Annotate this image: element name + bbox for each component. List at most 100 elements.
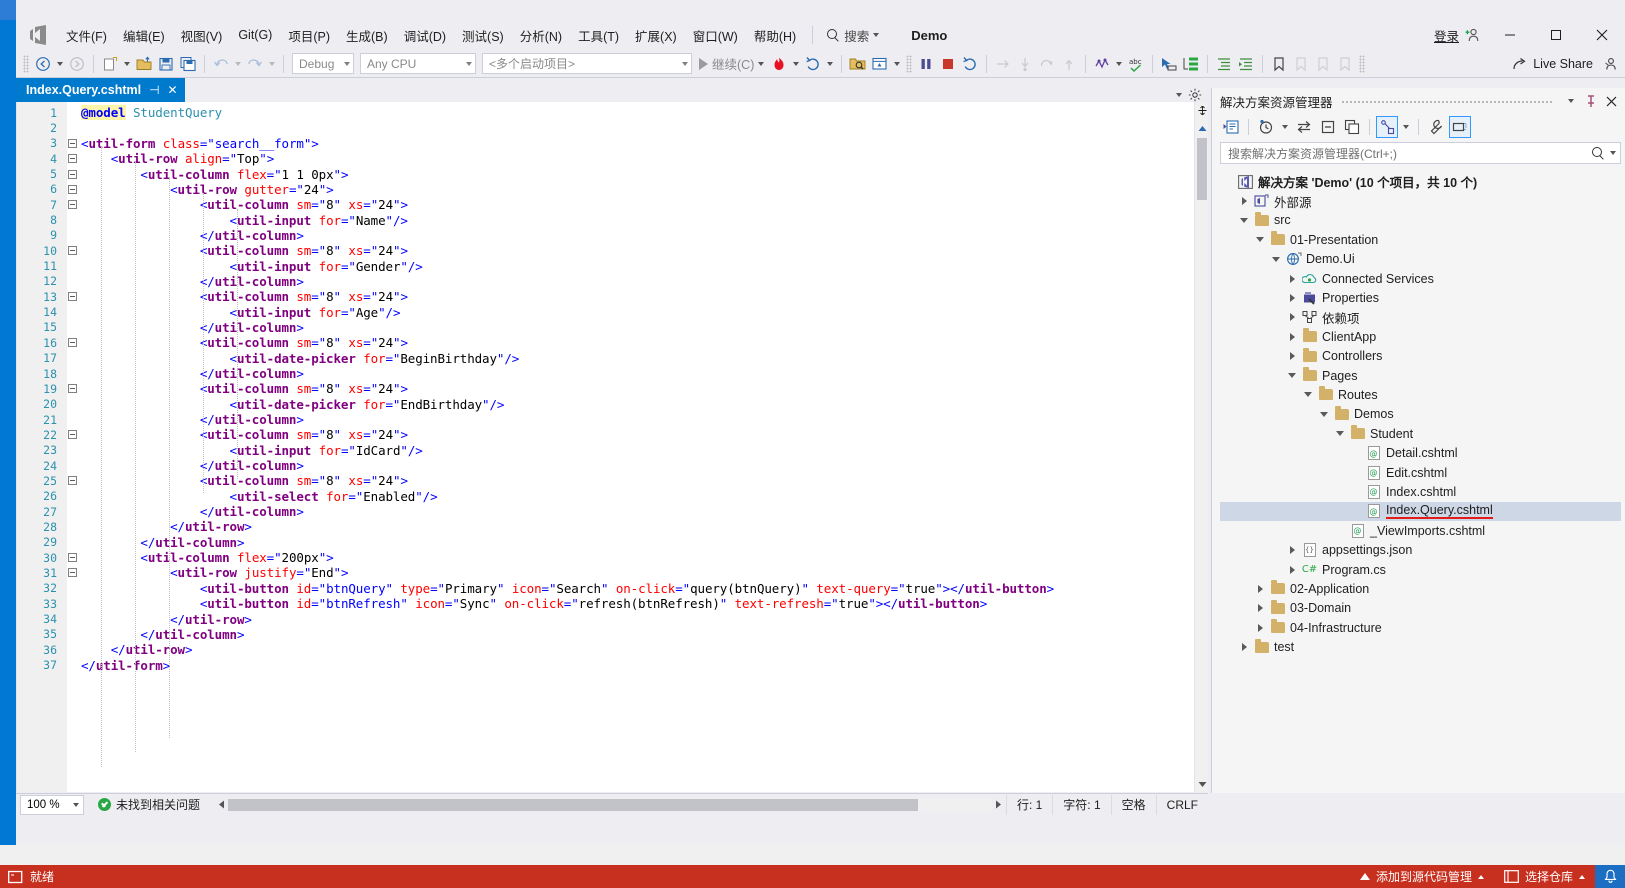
indent-increase-icon[interactable] [1213, 53, 1235, 75]
search-icon[interactable] [1592, 146, 1605, 160]
code-line[interactable]: 10 <util-column sm="8" xs="24"> [17, 243, 1194, 258]
solution-configuration-combo[interactable]: Debug [292, 53, 354, 74]
web-browser-dropdown-icon[interactable] [891, 53, 903, 75]
bookmark-clear-icon[interactable] [1334, 53, 1356, 75]
open-file-icon[interactable] [133, 53, 155, 75]
code-line[interactable]: 4 <util-row align="Top"> [17, 151, 1194, 166]
code-line[interactable]: 24 </util-column> [17, 458, 1194, 473]
restart-icon[interactable] [802, 53, 824, 75]
navigate-forward-icon[interactable] [66, 53, 88, 75]
collapse-toggle-icon[interactable] [63, 568, 81, 578]
tree-item[interactable]: Controllers [1220, 347, 1621, 366]
chevron-right-icon[interactable] [1284, 546, 1300, 555]
pin-panel-icon[interactable] [1581, 91, 1601, 111]
code-line[interactable]: 20 <util-date-picker for="EndBirthday"/> [17, 397, 1194, 412]
tree-item[interactable]: 02-Application [1220, 579, 1621, 598]
menu-view[interactable]: 视图(V) [173, 22, 231, 49]
bookmark-next-icon[interactable] [1312, 53, 1334, 75]
collapse-toggle-icon[interactable] [63, 476, 81, 486]
tree-item[interactable]: 04-Infrastructure [1220, 618, 1621, 637]
step-out-icon[interactable] [1058, 53, 1080, 75]
diagnostics-dropdown-icon[interactable] [1113, 53, 1125, 75]
tree-item[interactable]: test [1220, 637, 1621, 656]
properties-wrench-icon[interactable] [1425, 116, 1447, 138]
close-button[interactable] [1579, 20, 1625, 50]
redo-dropdown-icon[interactable] [266, 53, 278, 75]
indentation-indicator[interactable]: 空格 [1110, 794, 1156, 815]
live-visual-tree-icon[interactable] [1180, 53, 1202, 75]
chevron-down-icon[interactable] [1300, 392, 1316, 398]
solution-explorer-search-input[interactable]: 搜索解决方案资源管理器(Ctrl+;) [1220, 142, 1621, 164]
preview-selected-items-icon[interactable] [1449, 116, 1471, 138]
navigate-backward-dropdown-icon[interactable] [54, 53, 66, 75]
toolbar-grip-3[interactable] [1359, 54, 1366, 73]
menu-analyze[interactable]: 分析(N) [512, 22, 570, 49]
live-share-account-icon[interactable] [1599, 53, 1621, 75]
save-all-icon[interactable] [177, 53, 199, 75]
collapse-toggle-icon[interactable] [63, 384, 81, 394]
code-line[interactable]: 37 </util-form> [17, 657, 1194, 673]
code-line[interactable]: 6 <util-row gutter="24"> [17, 182, 1194, 197]
code-line[interactable]: 9 </util-column> [17, 228, 1194, 243]
vertical-scroll-thumb[interactable] [1197, 138, 1207, 200]
web-browser-icon[interactable] [869, 53, 891, 75]
add-to-source-control-button[interactable]: 添加到源代码管理 [1350, 865, 1494, 888]
chevron-down-icon[interactable] [1236, 217, 1252, 223]
editor-horizontal-scrollbar[interactable] [214, 797, 1006, 813]
menu-git[interactable]: Git(G) [230, 24, 280, 46]
code-line[interactable]: 28 </util-row> [17, 519, 1194, 534]
minimize-button[interactable] [1487, 20, 1533, 50]
active-files-chevron-icon[interactable] [1176, 93, 1182, 97]
global-search-box[interactable]: 搜索 [821, 24, 885, 47]
pending-changes-icon[interactable] [1255, 116, 1277, 138]
tree-item[interactable]: ClientApp [1220, 327, 1621, 346]
show-next-statement-icon[interactable] [992, 53, 1014, 75]
tree-item[interactable]: 03-Domain [1220, 599, 1621, 618]
view-dropdown-icon[interactable] [1400, 116, 1412, 138]
tree-item[interactable]: Student [1220, 424, 1621, 443]
code-line[interactable]: 13 <util-column sm="8" xs="24"> [17, 289, 1194, 304]
toolbar-grip[interactable] [23, 54, 29, 73]
collapse-toggle-icon[interactable] [63, 200, 81, 210]
code-line[interactable]: 25 <util-column sm="8" xs="24"> [17, 473, 1194, 488]
tree-item[interactable]: {} appsettings.json [1220, 540, 1621, 559]
sign-in-button[interactable]: 登录 [1428, 26, 1487, 45]
code-line[interactable]: 17 <util-date-picker for="BeginBirthday"… [17, 351, 1194, 366]
menu-edit[interactable]: 编辑(E) [115, 22, 173, 49]
code-line[interactable]: 16 <util-column sm="8" xs="24"> [17, 335, 1194, 350]
code-line[interactable]: 22 <util-column sm="8" xs="24"> [17, 427, 1194, 442]
code-line[interactable]: 33 <util-button id="btnRefresh" icon="Sy… [17, 596, 1194, 611]
scroll-right-arrow[interactable] [992, 798, 1006, 812]
code-line[interactable]: 15 </util-column> [17, 320, 1194, 335]
chevron-down-icon[interactable] [1332, 431, 1348, 437]
code-line[interactable]: 8 <util-input for="Name"/> [17, 212, 1194, 228]
collapse-toggle-icon[interactable] [63, 154, 81, 164]
new-project-icon[interactable] [99, 53, 121, 75]
collapse-all-icon[interactable] [1317, 116, 1339, 138]
code-line[interactable]: 32 <util-button id="btnQuery" type="Prim… [17, 581, 1194, 596]
tree-item[interactable]: Demos [1220, 405, 1621, 424]
code-line[interactable]: 30 <util-column flex="200px"> [17, 550, 1194, 565]
tree-item[interactable]: @ Edit.cshtml [1220, 463, 1621, 482]
save-icon[interactable] [155, 53, 177, 75]
indent-decrease-icon[interactable] [1235, 53, 1257, 75]
tree-item[interactable]: 解决方案 'Demo' (10 个项目，共 10 个) [1220, 172, 1621, 191]
tree-item[interactable]: Routes [1220, 385, 1621, 404]
startup-project-combo[interactable]: <多个启动项目> [482, 53, 692, 74]
code-line[interactable]: 18 </util-column> [17, 366, 1194, 381]
code-line[interactable]: 19 <util-column sm="8" xs="24"> [17, 381, 1194, 396]
issue-status[interactable]: 未找到相关问题 [98, 796, 200, 813]
show-all-files-icon[interactable] [1341, 116, 1363, 138]
stop-icon[interactable] [937, 53, 959, 75]
panel-menu-chevron-icon[interactable] [1561, 91, 1581, 111]
code-line[interactable]: 2 [17, 120, 1194, 135]
toolbar-grip-2[interactable] [906, 54, 913, 73]
code-line[interactable]: 26 <util-select for="Enabled"/> [17, 489, 1194, 504]
step-over-icon[interactable] [1036, 53, 1058, 75]
line-ending-indicator[interactable]: CRLF [1155, 794, 1208, 815]
tree-item[interactable]: @ Detail.cshtml [1220, 443, 1621, 462]
code-content[interactable]: 1 @model StudentQuery 2 3 <util-form class="… [17, 105, 1194, 792]
solution-tree[interactable]: 解决方案 'Demo' (10 个项目，共 10 个) 外部源 src 01-Pres… [1220, 172, 1621, 791]
chevron-down-icon[interactable] [1316, 411, 1332, 417]
code-line[interactable]: 1 @model StudentQuery [17, 105, 1194, 121]
